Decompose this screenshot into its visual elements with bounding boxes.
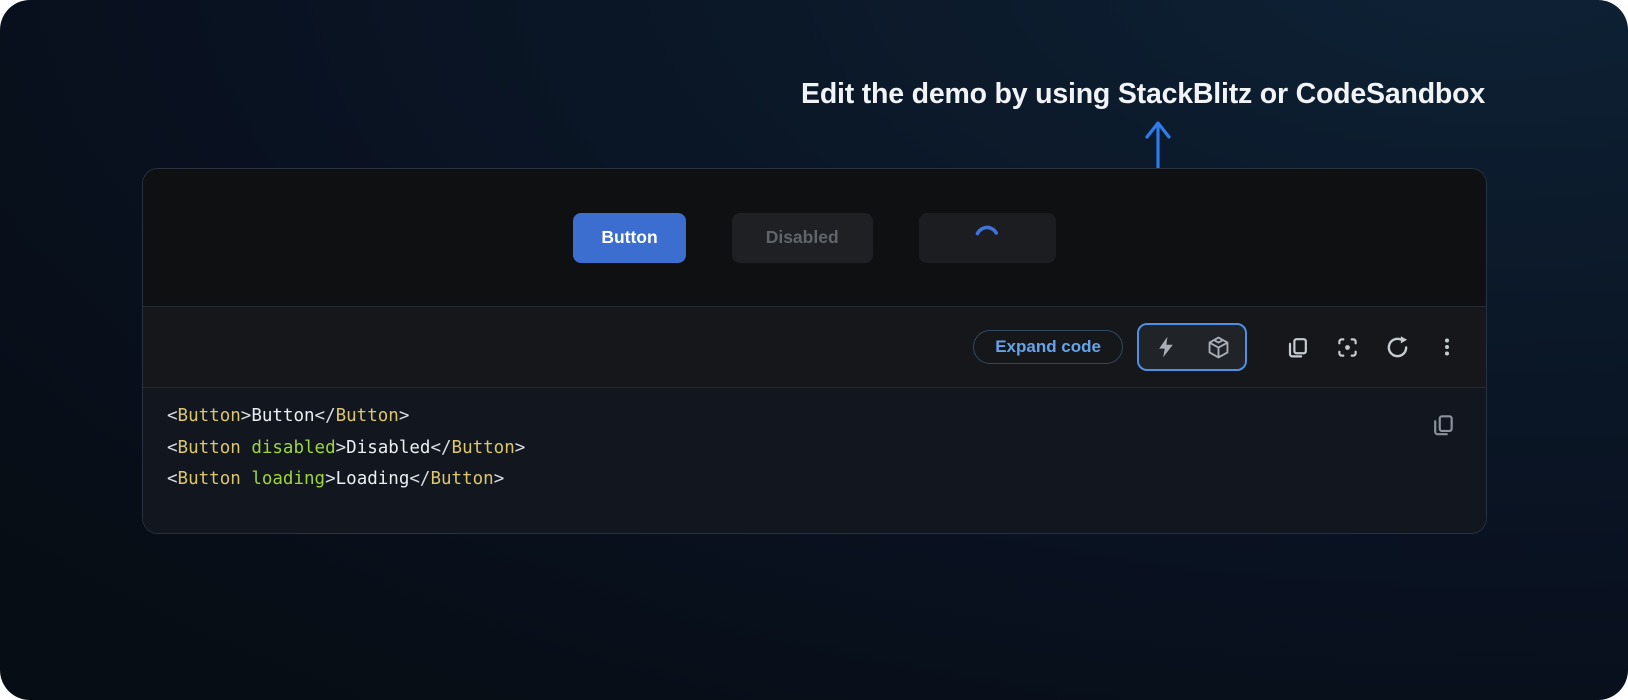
code-token: > <box>399 406 410 426</box>
copy-icon <box>1430 412 1456 438</box>
stackblitz-button[interactable] <box>1153 334 1179 360</box>
copy-icon <box>1285 335 1310 360</box>
code-token: </ <box>409 469 430 489</box>
kebab-menu-icon <box>1435 335 1459 359</box>
code-token: Loading <box>336 469 410 489</box>
code-token: loading <box>251 469 325 489</box>
code-line: <Button disabled>Disabled</Button> <box>167 433 1396 465</box>
code-token: Button <box>178 406 241 426</box>
page-background: Edit the demo by using StackBlitz or Cod… <box>0 0 1628 700</box>
code-line: <Button>Button</Button> <box>167 401 1396 433</box>
code-token <box>241 438 252 458</box>
lightning-icon <box>1154 335 1178 359</box>
expand-code-button[interactable]: Expand code <box>973 330 1123 364</box>
copy-button[interactable] <box>1284 334 1310 360</box>
online-editor-group <box>1137 323 1247 371</box>
codesandbox-cube-icon <box>1206 335 1231 360</box>
code-token: Button <box>336 406 399 426</box>
code-copy-button[interactable] <box>1430 412 1456 438</box>
code-token: > <box>241 406 252 426</box>
annotation-label: Edit the demo by using StackBlitz or Cod… <box>801 78 1485 111</box>
code-token: > <box>494 469 505 489</box>
code-token: < <box>167 469 178 489</box>
code-token: Button <box>178 438 241 458</box>
loading-button[interactable] <box>919 213 1056 263</box>
code-line: <Button loading>Loading</Button> <box>167 464 1396 496</box>
code-token: </ <box>315 406 336 426</box>
codesandbox-button[interactable] <box>1205 334 1231 360</box>
refresh-icon <box>1385 335 1410 360</box>
code-block: <Button>Button</Button> <Button disabled… <box>143 388 1486 533</box>
code-token: disabled <box>251 438 335 458</box>
code-token <box>241 469 252 489</box>
code-token: > <box>515 438 526 458</box>
code-token: Button <box>178 469 241 489</box>
more-button[interactable] <box>1434 334 1460 360</box>
focus-viewfinder-icon <box>1335 335 1360 360</box>
demo-toolbar: Expand code <box>143 306 1486 388</box>
code-token: < <box>167 438 178 458</box>
code-token: > <box>336 438 347 458</box>
code-token: Button <box>452 438 515 458</box>
code-token: > <box>325 469 336 489</box>
refresh-button[interactable] <box>1384 334 1410 360</box>
code-token: Button <box>430 469 493 489</box>
code-token: < <box>167 406 178 426</box>
code-token: </ <box>430 438 451 458</box>
focus-button[interactable] <box>1334 334 1360 360</box>
loading-spinner-icon <box>974 225 1000 251</box>
demo-preview: Button Disabled <box>143 169 1486 306</box>
code-token: Disabled <box>346 438 430 458</box>
code-token: Button <box>251 406 314 426</box>
primary-button[interactable]: Button <box>573 213 685 263</box>
demo-card: Button Disabled Expand code <box>142 168 1487 534</box>
disabled-button[interactable]: Disabled <box>732 213 873 263</box>
